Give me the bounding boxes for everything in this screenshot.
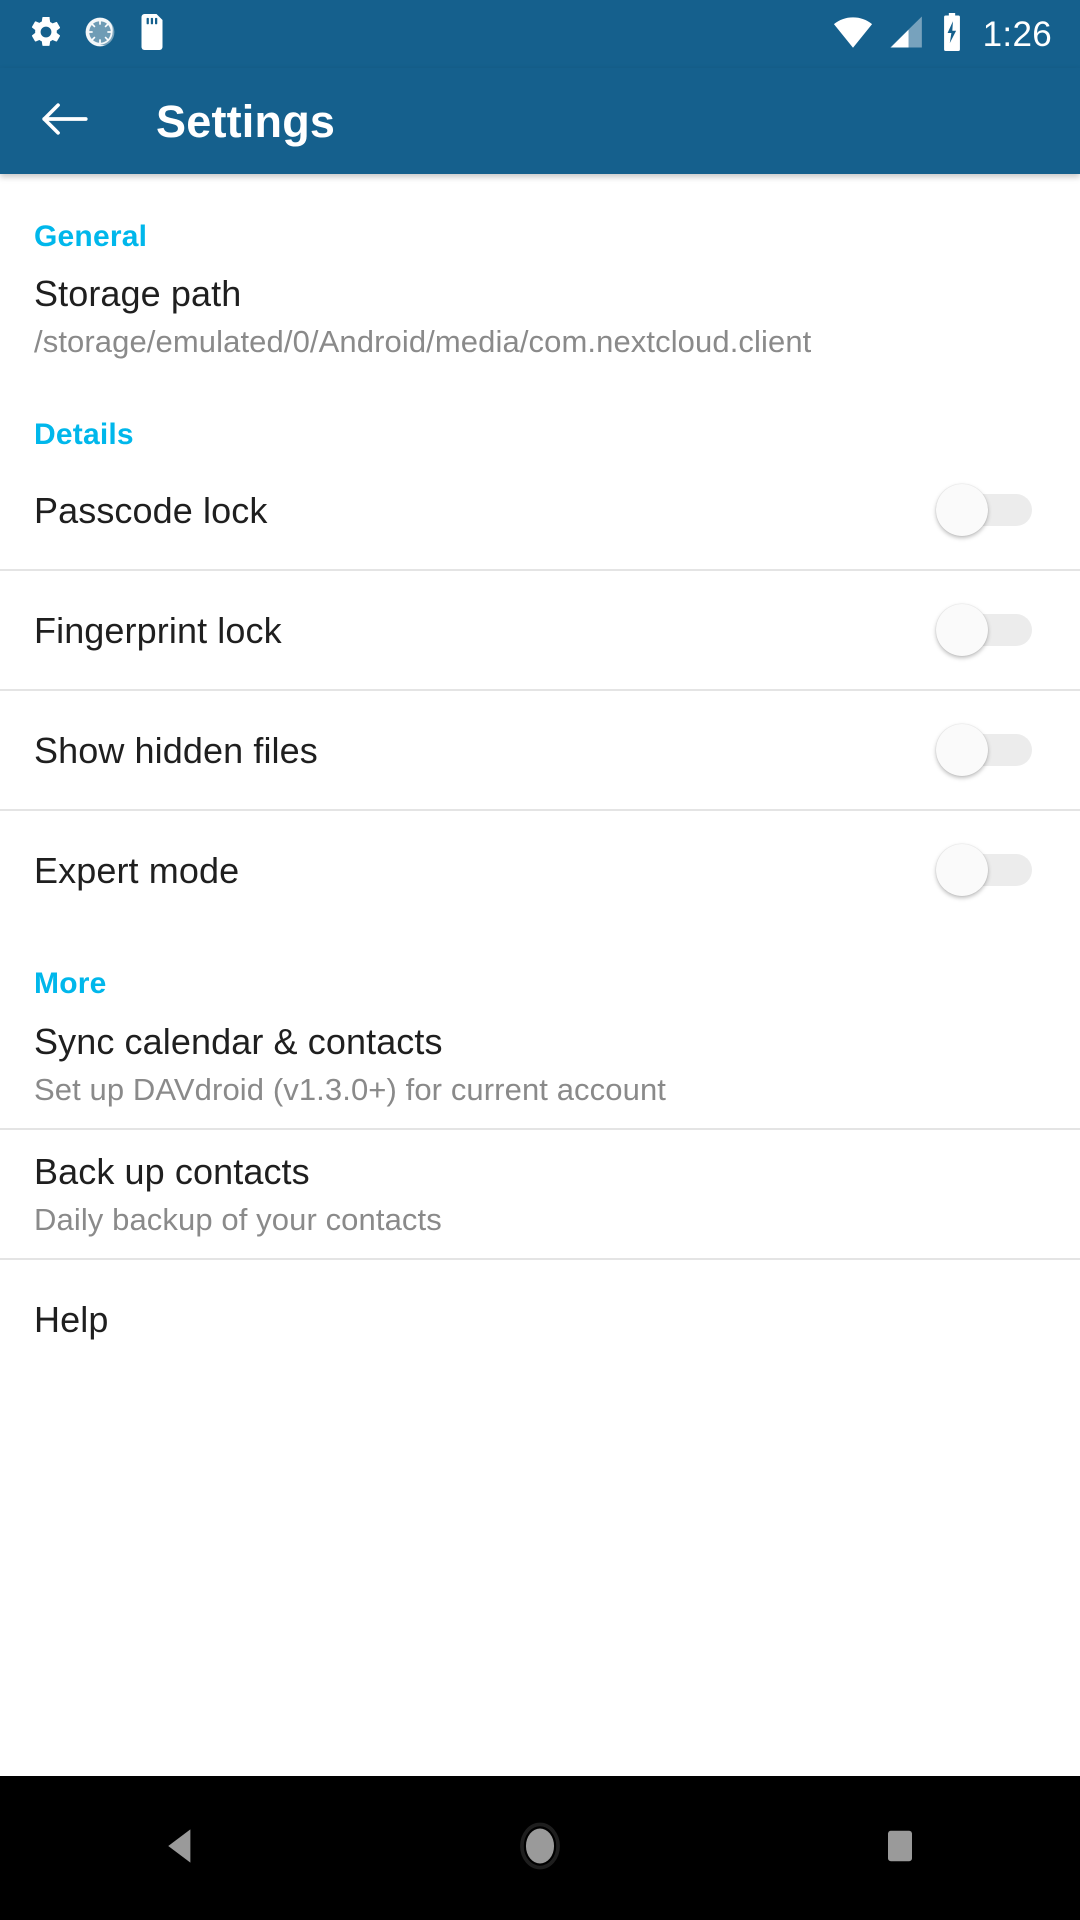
- setting-subtitle-storage-path: /storage/emulated/0/Android/media/com.ne…: [34, 324, 812, 359]
- setting-row-back-up-contacts[interactable]: Back up contacts Daily backup of your co…: [0, 1130, 1080, 1258]
- row-text-block: Back up contacts Daily backup of your co…: [34, 1149, 1046, 1240]
- cellular-signal-icon: [887, 14, 925, 55]
- sd-card-icon: [136, 13, 168, 55]
- setting-title-expert-mode: Expert mode: [34, 849, 240, 891]
- toggle-expert-mode[interactable]: [936, 844, 1032, 897]
- setting-row-fingerprint-lock[interactable]: Fingerprint lock: [0, 571, 1080, 689]
- setting-title-show-hidden-files: Show hidden files: [34, 729, 318, 771]
- toggle-knob: [936, 844, 988, 897]
- settings-screen: 1:26 Settings General Storage path /stor…: [0, 0, 1080, 1920]
- page-title: Settings: [156, 95, 336, 147]
- android-navigation-bar: [0, 1776, 1080, 1920]
- setting-subtitle-sync-calendar-contacts: Set up DAVdroid (v1.3.0+) for current ac…: [34, 1071, 666, 1107]
- row-text-block: Storage path /storage/emulated/0/Android…: [34, 271, 1046, 362]
- nav-recents-button[interactable]: [840, 1788, 960, 1908]
- toggle-knob: [936, 484, 988, 537]
- settings-gear-icon: [28, 14, 64, 55]
- toggle-fingerprint-lock[interactable]: [936, 604, 1032, 657]
- nav-home-button[interactable]: [480, 1788, 600, 1908]
- battery-charging-icon: [939, 12, 965, 56]
- setting-title-passcode-lock: Passcode lock: [34, 489, 268, 531]
- arrow-left-icon: [39, 97, 91, 146]
- row-text-block: Passcode lock: [34, 488, 912, 533]
- status-bar-clock: 1:26: [982, 14, 1052, 54]
- row-text-block: Expert mode: [34, 848, 912, 893]
- setting-row-storage-path[interactable]: Storage path /storage/emulated/0/Android…: [0, 253, 1080, 372]
- status-bar-right-icons: 1:26: [833, 12, 1052, 56]
- setting-row-passcode-lock[interactable]: Passcode lock: [0, 451, 1080, 569]
- setting-title-back-up-contacts: Back up contacts: [34, 1150, 310, 1192]
- toggle-knob: [936, 724, 988, 777]
- setting-title-fingerprint-lock: Fingerprint lock: [34, 609, 282, 651]
- toggle-passcode-lock[interactable]: [936, 484, 1032, 537]
- status-bar-left-icons: [28, 13, 168, 55]
- setting-subtitle-back-up-contacts: Daily backup of your contacts: [34, 1201, 442, 1237]
- nav-home-circle-icon: [518, 1821, 562, 1876]
- setting-row-help[interactable]: Help: [0, 1260, 1080, 1378]
- back-button[interactable]: [34, 90, 96, 152]
- section-header-details: Details: [34, 418, 134, 452]
- wifi-icon: [833, 14, 873, 55]
- setting-title-sync-calendar-contacts: Sync calendar & contacts: [34, 1020, 443, 1062]
- row-text-block: Show hidden files: [34, 728, 912, 773]
- settings-content: General Storage path /storage/emulated/0…: [0, 174, 1080, 1776]
- row-text-block: Fingerprint lock: [34, 608, 912, 653]
- section-header-general: General: [34, 220, 148, 253]
- section-header-more: More: [34, 967, 107, 1001]
- nav-back-button[interactable]: [120, 1788, 240, 1908]
- app-bar: Settings: [0, 68, 1080, 174]
- status-bar: 1:26: [0, 0, 1080, 68]
- setting-row-sync-calendar-contacts[interactable]: Sync calendar & contacts Set up DAVdroid…: [0, 1000, 1080, 1128]
- setting-title-storage-path: Storage path: [34, 273, 242, 314]
- setting-row-show-hidden-files[interactable]: Show hidden files: [0, 691, 1080, 809]
- nav-recents-square-icon: [883, 1826, 917, 1871]
- toggle-show-hidden-files[interactable]: [936, 724, 1032, 777]
- setting-row-expert-mode[interactable]: Expert mode: [0, 811, 1080, 929]
- nav-back-triangle-icon: [163, 1827, 197, 1870]
- row-text-block: Sync calendar & contacts Set up DAVdroid…: [34, 1019, 1046, 1110]
- sync-progress-icon: [82, 14, 118, 55]
- row-text-block: Help: [34, 1297, 1046, 1342]
- toggle-knob: [936, 604, 988, 657]
- setting-title-help: Help: [34, 1298, 109, 1340]
